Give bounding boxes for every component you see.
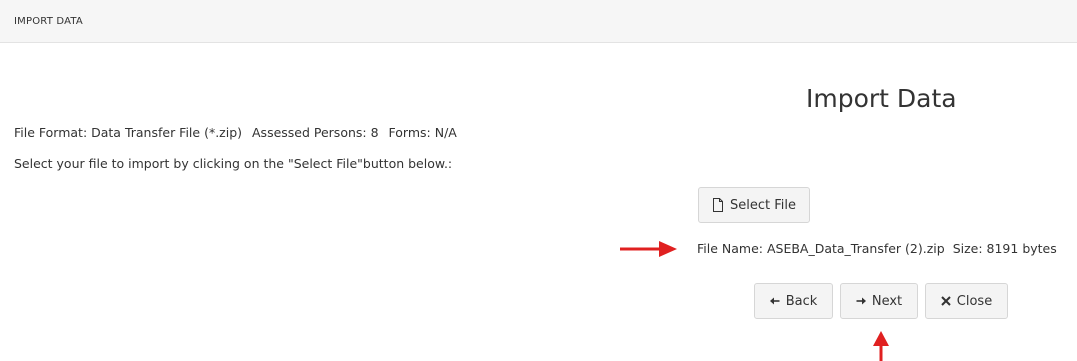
file-info-summary: File Format: Data Transfer File (*.zip) … <box>14 125 463 140</box>
next-button[interactable]: Next <box>840 283 918 319</box>
file-icon <box>712 198 724 212</box>
arrow-left-icon <box>769 297 780 305</box>
arrow-right-icon <box>856 297 866 305</box>
file-name-text: File Name: ASEBA_Data_Transfer (2).zip <box>697 241 945 256</box>
top-bar-title: IMPORT DATA <box>14 16 83 27</box>
close-icon <box>941 296 951 306</box>
close-label: Close <box>956 293 993 309</box>
assessed-persons-text: Assessed Persons: 8 <box>252 125 379 140</box>
file-format-text: File Format: Data Transfer File (*.zip) <box>14 125 243 140</box>
select-file-button[interactable]: Select File <box>698 187 810 223</box>
page-title: Import Data <box>806 84 957 113</box>
back-button[interactable]: Back <box>754 283 833 319</box>
selected-file-info: File Name: ASEBA_Data_Transfer (2).zip S… <box>697 241 1061 256</box>
top-bar: IMPORT DATA <box>0 0 1077 43</box>
back-label: Back <box>785 293 818 309</box>
next-label: Next <box>871 293 903 309</box>
forms-text: Forms: N/A <box>388 125 457 140</box>
close-button[interactable]: Close <box>925 283 1008 319</box>
annotation-arrow-right-icon <box>620 241 677 257</box>
annotation-arrow-up-icon <box>873 331 889 361</box>
file-size-text: Size: 8191 bytes <box>952 241 1057 256</box>
select-file-label: Select File <box>730 197 796 213</box>
instruction-text: Select your file to import by clicking o… <box>14 156 453 171</box>
